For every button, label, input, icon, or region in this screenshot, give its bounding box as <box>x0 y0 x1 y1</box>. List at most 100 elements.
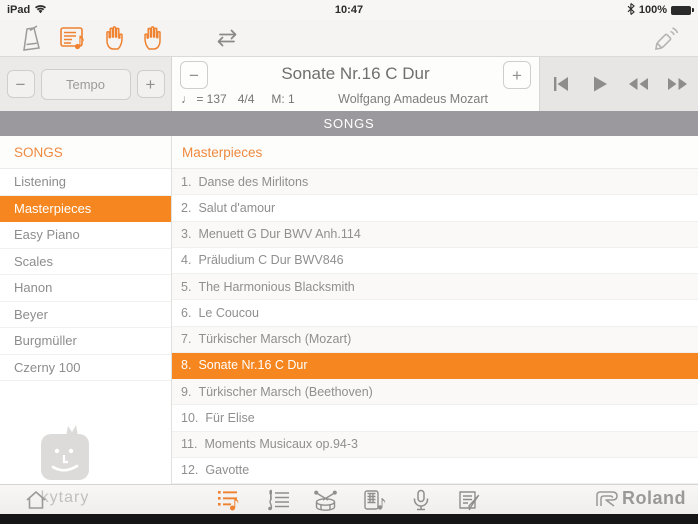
sidebar-item[interactable]: Burgmüller <box>0 328 171 355</box>
sidebar-item-label: Czerny 100 <box>14 360 80 375</box>
sidebar-item-label: Beyer <box>14 307 48 322</box>
device-label: iPad <box>7 4 30 16</box>
score-book-icon[interactable] <box>56 22 90 54</box>
repeat-icon[interactable] <box>210 22 244 54</box>
song-number: 4. <box>181 253 191 267</box>
sidebar-item[interactable]: Scales <box>0 249 171 276</box>
tempo-panel: − Tempo + <box>0 57 172 111</box>
song-list-icon[interactable] <box>216 487 243 513</box>
rewind-icon[interactable] <box>624 69 654 99</box>
tempo-minus-button[interactable]: − <box>7 70 35 98</box>
microphone-icon[interactable] <box>408 487 435 513</box>
song-title-text: Präludium C Dur BWV846 <box>198 253 343 267</box>
composer-name: Wolfgang Amadeus Mozart <box>338 92 488 106</box>
song-row[interactable]: 7. Türkischer Marsch (Mozart) <box>172 327 698 353</box>
song-title-text: Sonate Nr.16 C Dur <box>198 358 307 372</box>
sidebar-header: SONGS <box>0 136 171 169</box>
song-number: 12. <box>181 463 198 477</box>
recorder-icon[interactable] <box>360 487 387 513</box>
song-number: 3. <box>181 227 191 241</box>
song-next-button[interactable]: + <box>503 61 531 89</box>
roland-logo: Roland <box>594 488 686 509</box>
song-row[interactable]: 3. Menuett G Dur BWV Anh.114 <box>172 222 698 248</box>
song-row[interactable]: 9.Türkischer Marsch (Beethoven) <box>172 379 698 405</box>
song-title: Sonate Nr.16 C Dur <box>212 64 499 84</box>
top-toolbar <box>0 20 698 57</box>
sidebar-item[interactable]: Hanon <box>0 275 171 302</box>
battery-percent: 100% <box>639 4 667 16</box>
song-title-text: Le Coucou <box>198 306 258 320</box>
song-title-text: Salut d'amour <box>198 201 275 215</box>
song-number: 2. <box>181 201 191 215</box>
song-row[interactable]: 6. Le Coucou <box>172 300 698 326</box>
sidebar-item-label: Listening <box>14 174 66 189</box>
song-prev-button[interactable]: − <box>180 61 208 89</box>
sidebar-item[interactable]: Masterpieces <box>0 196 171 223</box>
bottom-toolbar: Roland <box>0 484 698 514</box>
sidebar-item[interactable]: Beyer <box>0 302 171 329</box>
song-row[interactable]: 4. Präludium C Dur BWV846 <box>172 248 698 274</box>
memo-icon[interactable] <box>456 487 483 513</box>
metronome-icon[interactable] <box>14 22 48 54</box>
sidebar-item[interactable]: Listening <box>0 169 171 196</box>
song-title-text: Menuett G Dur BWV Anh.114 <box>198 227 360 241</box>
song-info-panel: − Sonate Nr.16 C Dur + ♩ = 137 4/4 M: 1 … <box>172 57 540 111</box>
sidebar-item[interactable]: Easy Piano <box>0 222 171 249</box>
transport-controls <box>540 57 698 111</box>
sidebar-item[interactable]: Czerny 100 <box>0 355 171 382</box>
roland-mark-icon <box>594 490 620 508</box>
song-row[interactable]: 10. Für Elise <box>172 405 698 431</box>
tempo-plus-button[interactable]: + <box>137 70 165 98</box>
content: SONGS Listening Masterpieces Easy Piano Sca… <box>0 136 698 484</box>
song-list: 1. Danse des Mirlitons 2. Salut d'amour 3. Me… <box>172 169 698 484</box>
sidebar-item-label: Burgmüller <box>14 333 77 348</box>
drums-icon[interactable] <box>312 487 339 513</box>
wifi-icon <box>34 4 47 17</box>
song-row[interactable]: 1. Danse des Mirlitons <box>172 169 698 195</box>
song-row[interactable]: 11. Moments Musicaux op.94-3 <box>172 432 698 458</box>
sidebar-item-label: Hanon <box>14 280 52 295</box>
score-icon[interactable] <box>264 487 291 513</box>
song-number: 7. <box>181 332 191 346</box>
song-row[interactable]: 8. Sonate Nr.16 C Dur <box>172 353 698 379</box>
song-number: 10. <box>181 411 198 425</box>
control-row: − Tempo + − Sonate Nr.16 C Dur + ♩ = 137… <box>0 57 698 111</box>
tempo-button[interactable]: Tempo <box>41 69 131 100</box>
song-row[interactable]: 2. Salut d'amour <box>172 195 698 221</box>
play-icon[interactable] <box>585 69 615 99</box>
sidebar-items: Listening Masterpieces Easy Piano Scales Han… <box>0 169 171 381</box>
song-meta: ♩ = 137 4/4 M: 1 Wolfgang Amadeus Mozart <box>181 92 530 106</box>
song-title-text: Moments Musicaux op.94-3 <box>204 437 358 451</box>
app-screen: iPad 10:47 100% <box>0 0 698 524</box>
category-sidebar: SONGS Listening Masterpieces Easy Piano Sca… <box>0 136 172 484</box>
sidebar-item-label: Masterpieces <box>14 201 91 216</box>
song-number: 11. <box>181 437 197 451</box>
song-number: 6. <box>181 306 191 320</box>
sidebar-item-label: Easy Piano <box>14 227 80 242</box>
battery-icon <box>671 6 691 15</box>
stylus-connection-icon[interactable] <box>648 24 682 56</box>
left-hand-icon[interactable] <box>96 22 130 54</box>
songs-banner: SONGS <box>0 111 698 136</box>
song-title-text: Gavotte <box>205 463 249 477</box>
song-title-text: Für Elise <box>205 411 254 425</box>
song-title-text: The Harmonious Blacksmith <box>198 280 354 294</box>
song-row[interactable]: 12. Gavotte <box>172 458 698 484</box>
song-number: 8. <box>181 358 191 372</box>
measure-counter: M: 1 <box>271 92 294 106</box>
right-hand-icon[interactable] <box>136 22 170 54</box>
song-number: 1. <box>181 175 191 189</box>
status-bar: iPad 10:47 100% <box>0 0 698 20</box>
song-list-panel: Masterpieces 1. Danse des Mirlitons 2. Salu… <box>172 136 698 484</box>
sidebar-item-label: Scales <box>14 254 53 269</box>
song-list-header: Masterpieces <box>172 136 698 169</box>
song-number: 9. <box>181 385 191 399</box>
fast-forward-icon[interactable] <box>663 69 693 99</box>
song-title-text: Danse des Mirlitons <box>198 175 308 189</box>
song-number: 5. <box>181 280 191 294</box>
skip-start-icon[interactable] <box>546 69 576 99</box>
song-row[interactable]: 5. The Harmonious Blacksmith <box>172 274 698 300</box>
tempo-value: ♩ = 137 <box>181 92 227 106</box>
time-signature: 4/4 <box>238 92 255 106</box>
song-title-text: Türkischer Marsch (Mozart) <box>198 332 351 346</box>
